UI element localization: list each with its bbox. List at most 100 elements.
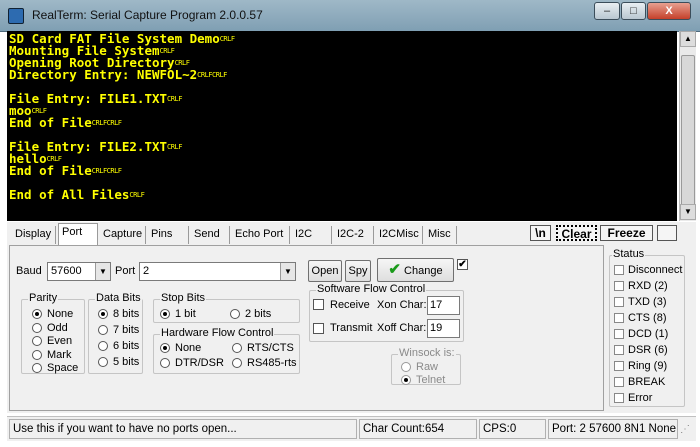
- tab-display[interactable]: Display: [12, 226, 56, 244]
- change-checkbox[interactable]: ✔: [457, 259, 468, 270]
- parity-opts-label: Space: [47, 362, 79, 374]
- receive-label: Receive: [330, 299, 370, 311]
- parity-opts-label: Mark: [47, 348, 72, 361]
- hw-flow-title: Hardware Flow Control: [160, 327, 275, 339]
- status-indicator-light: [614, 345, 624, 355]
- port-label: Port: [115, 265, 136, 277]
- port-value: 2: [143, 265, 150, 277]
- parity-opts-radio[interactable]: [32, 336, 42, 346]
- parity-opts-radio[interactable]: [32, 363, 42, 373]
- terminal-line: End of FileCRLFCRLF: [9, 163, 675, 178]
- parity-opts-label: None: [47, 308, 74, 320]
- tab-i2c[interactable]: I2C: [292, 226, 332, 244]
- chevron-down-icon[interactable]: ▼: [95, 263, 110, 280]
- status-indicator-light: [614, 377, 624, 387]
- terminal-line: End of FileCRLFCRLF: [9, 115, 675, 130]
- change-button[interactable]: ✔ Change: [377, 258, 454, 282]
- parity-opts-radio[interactable]: [32, 349, 42, 360]
- transmit-checkbox[interactable]: [313, 323, 324, 334]
- status-indicator-label: Disconnect: [628, 264, 683, 276]
- stopbits-opts-radio[interactable]: [230, 309, 240, 319]
- terminal-output[interactable]: SD Card FAT File System DemoCRLF Mounting…: [7, 31, 677, 221]
- minimize-button[interactable]: –: [594, 2, 620, 20]
- status-indicator-light: [614, 265, 624, 275]
- tab-i2cmisc[interactable]: I2CMisc: [376, 226, 423, 244]
- terminal-scrollbar[interactable]: ▲ ▼: [679, 31, 696, 221]
- close-button[interactable]: X: [647, 2, 691, 20]
- status-indicator-light: [614, 297, 624, 307]
- crlf-marker: CRLF: [106, 167, 122, 175]
- tab-capture[interactable]: Capture: [100, 226, 146, 244]
- terminal-line: File Entry: FILE2.TXTCRLF: [9, 140, 675, 153]
- hwflow-opts-radio[interactable]: [160, 343, 170, 353]
- crlf-marker: CRLF: [31, 107, 47, 115]
- hwflow-opts-label: None: [175, 342, 202, 354]
- status-indicator-label: DSR (6): [628, 344, 668, 356]
- resize-grip-icon[interactable]: ⋰: [680, 424, 694, 438]
- extra-button[interactable]: [657, 225, 677, 241]
- spy-button[interactable]: Spy: [345, 260, 371, 282]
- terminal-line: End of All FilesCRLF: [9, 187, 675, 202]
- port-select[interactable]: 2 ▼: [139, 262, 296, 281]
- databits-opts-radio[interactable]: [98, 357, 108, 367]
- tab-misc[interactable]: Misc: [425, 226, 457, 244]
- parity-opts-label: Even: [47, 335, 73, 347]
- terminal-line-text: Directory Entry: NEWFOL~2: [9, 67, 198, 82]
- tab-pins[interactable]: Pins: [148, 226, 189, 244]
- status-indicator-light: [614, 361, 624, 371]
- chevron-down-icon[interactable]: ▼: [280, 263, 295, 280]
- crlf-marker: CRLF: [174, 59, 190, 67]
- terminal-line-text: End of File: [9, 115, 92, 130]
- terminal-line-text: End of File: [9, 163, 92, 178]
- databits-opts-radio[interactable]: [98, 325, 108, 335]
- stopbits-opts-radio[interactable]: [160, 309, 170, 319]
- hwflow-opts-radio[interactable]: [160, 358, 170, 368]
- status-hint: Use this if you want to have no ports op…: [9, 419, 357, 439]
- clear-button[interactable]: Clear: [556, 225, 597, 241]
- terminal-line: mooCRLF: [9, 104, 675, 117]
- databits-opts-radio[interactable]: [98, 309, 108, 319]
- open-button[interactable]: Open: [308, 260, 342, 282]
- tab-i2c-2[interactable]: I2C-2: [334, 226, 374, 244]
- hwflow-opts-radio[interactable]: [232, 358, 242, 368]
- winsock-opts-radio: [401, 362, 411, 372]
- baud-select[interactable]: 57600 ▼: [47, 262, 111, 281]
- winsock-opts-label: Raw: [416, 361, 439, 373]
- terminal-line-text: End of All Files: [9, 187, 130, 202]
- hwflow-opts-radio[interactable]: [232, 343, 242, 353]
- receive-checkbox[interactable]: [313, 299, 324, 310]
- crlf-marker: CRLF: [91, 167, 107, 175]
- status-indicator-label: Ring (9): [628, 360, 668, 372]
- cps-display: CPS:0: [479, 419, 546, 439]
- xon-input[interactable]: 17: [427, 296, 460, 315]
- stopbits-opts-label: 1 bit: [175, 308, 196, 320]
- status-indicator-light: [614, 393, 624, 403]
- status-indicator-label: Error: [628, 392, 653, 404]
- crlf-marker: CRLF: [167, 143, 182, 151]
- scroll-up-icon[interactable]: ▲: [680, 31, 696, 47]
- freeze-button[interactable]: Freeze: [600, 225, 653, 241]
- stop-bits-title: Stop Bits: [160, 292, 207, 304]
- xon-label: Xon Char:: [377, 299, 427, 311]
- parity-opts-radio[interactable]: [32, 322, 42, 333]
- port-info: Port: 2 57600 8N1 None: [548, 419, 678, 439]
- scroll-thumb[interactable]: [681, 55, 695, 215]
- status-indicator-label: BREAK: [628, 376, 666, 388]
- tab-port[interactable]: Port: [58, 223, 98, 245]
- parity-opts-radio[interactable]: [32, 309, 42, 319]
- crlf-marker: CRLF: [219, 35, 235, 43]
- xoff-input[interactable]: 19: [427, 319, 460, 338]
- tab-echo-port[interactable]: Echo Port: [232, 226, 290, 244]
- status-indicator-label: CTS (8): [628, 312, 667, 324]
- baud-label: Baud: [16, 265, 42, 277]
- databits-opts-radio[interactable]: [98, 341, 108, 351]
- terminal-line-text: File Entry: FILE1.TXT: [9, 91, 168, 106]
- newline-button[interactable]: \n: [530, 225, 551, 241]
- crlf-marker: CRLF: [212, 71, 227, 79]
- databits-opts-label: 6 bits: [113, 340, 140, 352]
- maximize-button[interactable]: □: [621, 2, 646, 20]
- tab-send[interactable]: Send: [191, 226, 230, 244]
- crlf-marker: CRLF: [129, 191, 145, 199]
- scroll-down-icon[interactable]: ▼: [680, 204, 696, 220]
- databits-opts-label: 5 bits: [113, 356, 140, 368]
